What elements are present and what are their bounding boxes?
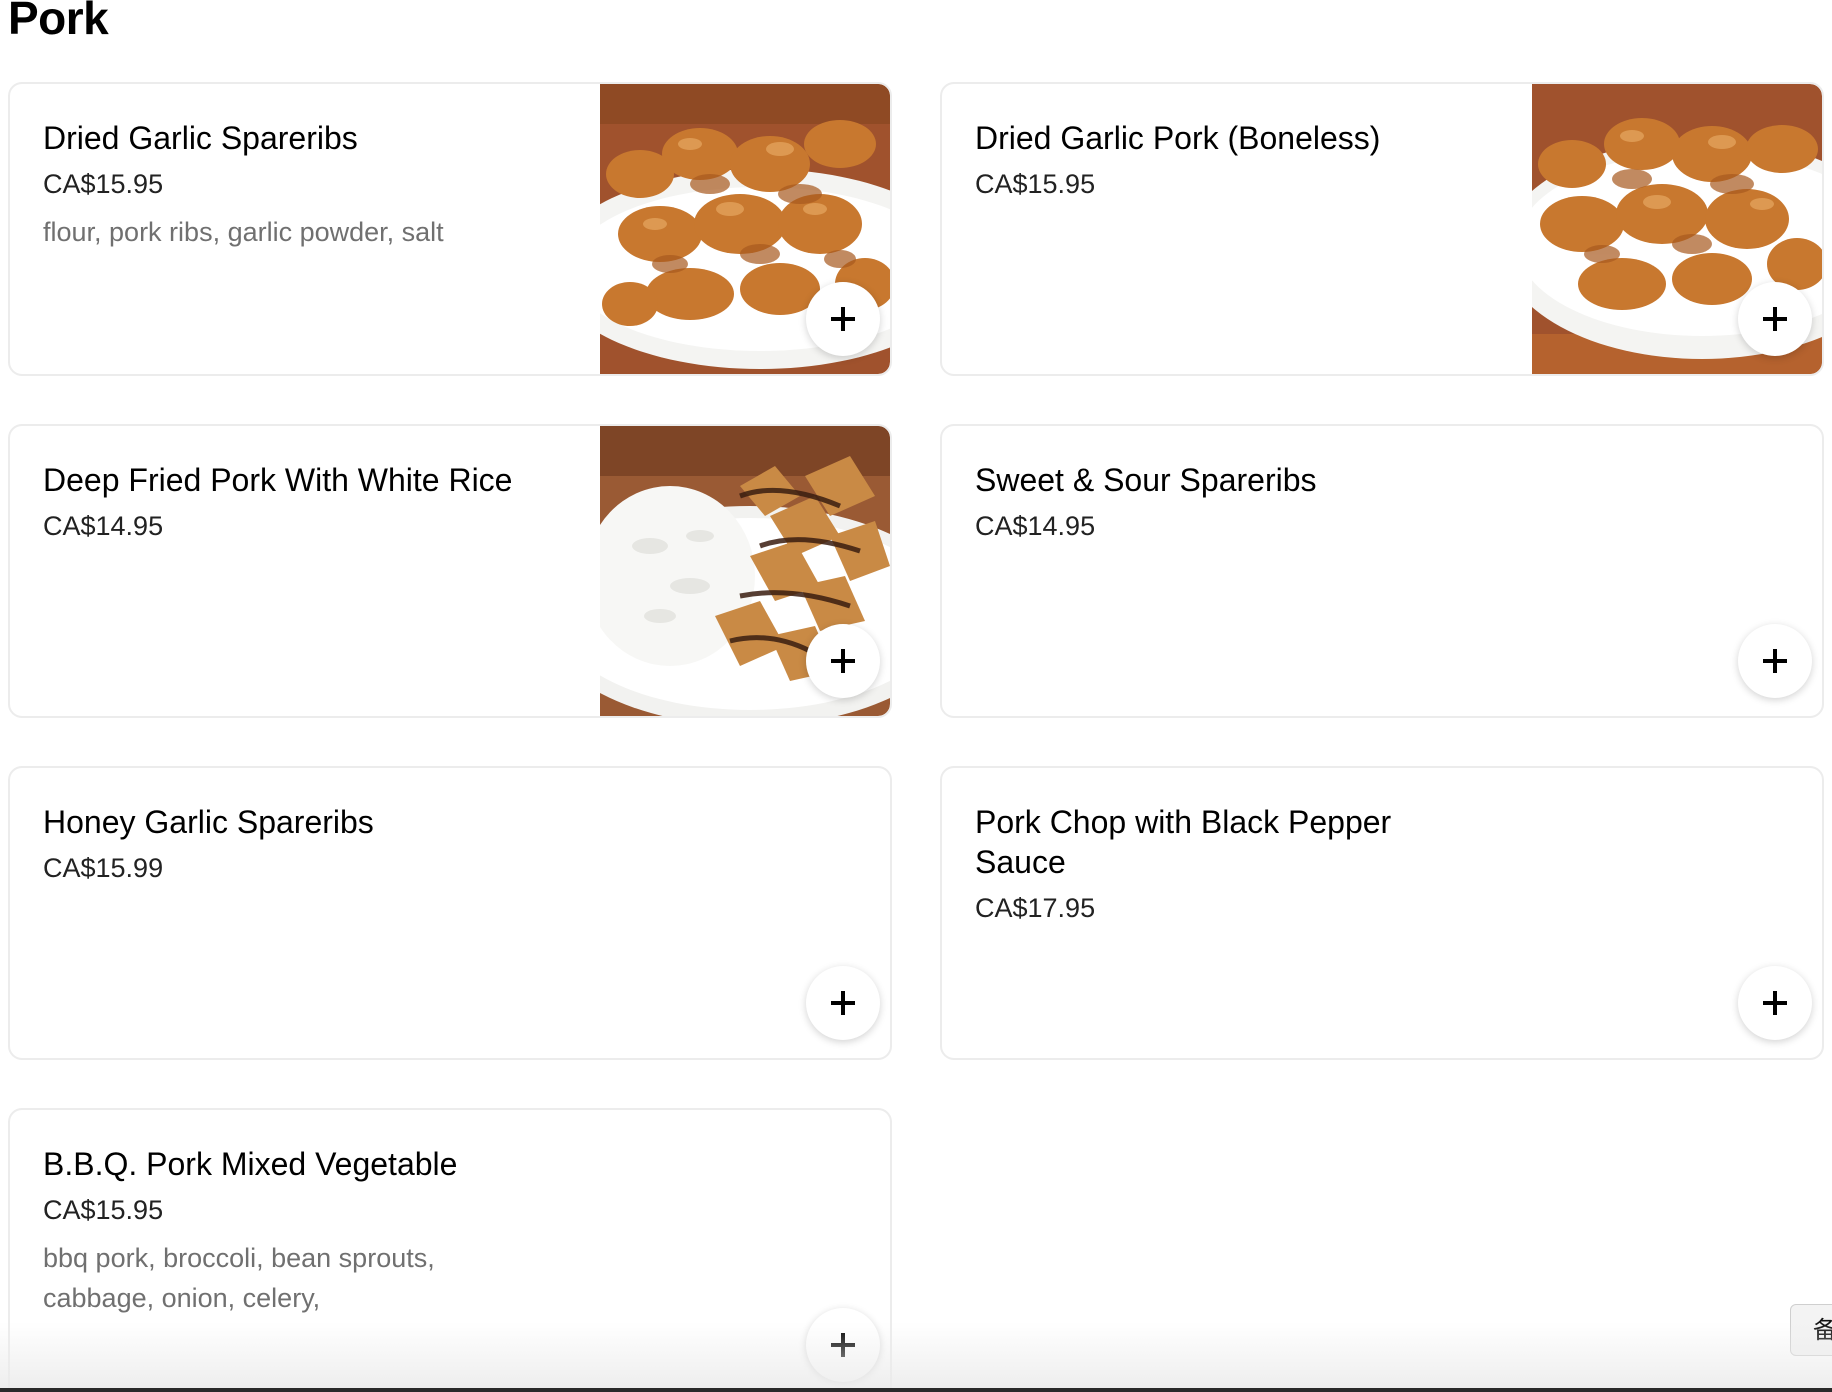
menu-item-price: CA$15.95 [975, 169, 1096, 199]
plus-icon [1763, 991, 1787, 1015]
plus-icon [831, 1333, 855, 1357]
menu-item-text: Pork Chop with Black Pepper Sauce CA$17.… [975, 802, 1435, 926]
menu-page: Pork Dried Garlic Spareribs CA$15.95 flo… [0, 0, 1832, 1392]
menu-item-card[interactable]: Deep Fried Pork With White Rice CA$14.95 [8, 424, 892, 718]
menu-item-price: CA$14.95 [975, 511, 1096, 541]
add-item-button[interactable] [806, 282, 880, 356]
add-item-button[interactable] [1738, 966, 1812, 1040]
plus-icon [831, 649, 855, 673]
menu-item-name: Sweet & Sour Spareribs [975, 462, 1317, 498]
add-item-button[interactable] [806, 966, 880, 1040]
add-item-button[interactable] [806, 624, 880, 698]
bottom-edge [0, 1388, 1832, 1392]
menu-item-description: flour, pork ribs, garlic powder, salt [43, 217, 444, 247]
menu-item-card[interactable]: Sweet & Sour Spareribs CA$14.95 [940, 424, 1824, 718]
menu-item-price: CA$15.95 [43, 1195, 164, 1225]
menu-item-text: Dried Garlic Pork (Boneless) CA$15.95 [975, 118, 1455, 202]
side-floating-tab[interactable]: 备 [1790, 1304, 1832, 1356]
menu-item-card[interactable]: Honey Garlic Spareribs CA$15.99 [8, 766, 892, 1060]
menu-item-name: B.B.Q. Pork Mixed Vegetable [43, 1146, 458, 1182]
plus-icon [831, 991, 855, 1015]
menu-item-card[interactable]: Dried Garlic Spareribs CA$15.95 flour, p… [8, 82, 892, 376]
menu-item-text: Honey Garlic Spareribs CA$15.99 [43, 802, 523, 886]
menu-item-name: Dried Garlic Spareribs [43, 120, 358, 156]
menu-item-name: Honey Garlic Spareribs [43, 804, 374, 840]
plus-icon [831, 307, 855, 331]
add-item-button[interactable] [1738, 624, 1812, 698]
menu-item-name: Pork Chop with Black Pepper Sauce [975, 804, 1392, 880]
menu-item-text: Sweet & Sour Spareribs CA$14.95 [975, 460, 1455, 544]
menu-item-name: Dried Garlic Pork (Boneless) [975, 120, 1381, 156]
menu-item-price: CA$14.95 [43, 511, 164, 541]
menu-item-text: Dried Garlic Spareribs CA$15.95 flour, p… [43, 118, 523, 252]
add-item-button[interactable] [806, 1308, 880, 1382]
menu-item-card[interactable]: Dried Garlic Pork (Boneless) CA$15.95 [940, 82, 1824, 376]
menu-item-price: CA$17.95 [975, 893, 1096, 923]
menu-item-price: CA$15.99 [43, 853, 164, 883]
menu-item-price: CA$15.95 [43, 169, 164, 199]
plus-icon [1763, 649, 1787, 673]
menu-item-description: bbq pork, broccoli, bean sprouts, cabbag… [43, 1243, 435, 1313]
menu-item-text: B.B.Q. Pork Mixed Vegetable CA$15.95 bbq… [43, 1144, 483, 1318]
section-title: Pork [8, 0, 109, 44]
menu-item-card[interactable]: Pork Chop with Black Pepper Sauce CA$17.… [940, 766, 1824, 1060]
menu-item-card[interactable]: B.B.Q. Pork Mixed Vegetable CA$15.95 bbq… [8, 1108, 892, 1392]
plus-icon [1763, 307, 1787, 331]
add-item-button[interactable] [1738, 282, 1812, 356]
menu-item-name: Deep Fried Pork With White Rice [43, 462, 513, 498]
menu-item-text: Deep Fried Pork With White Rice CA$14.95 [43, 460, 523, 544]
